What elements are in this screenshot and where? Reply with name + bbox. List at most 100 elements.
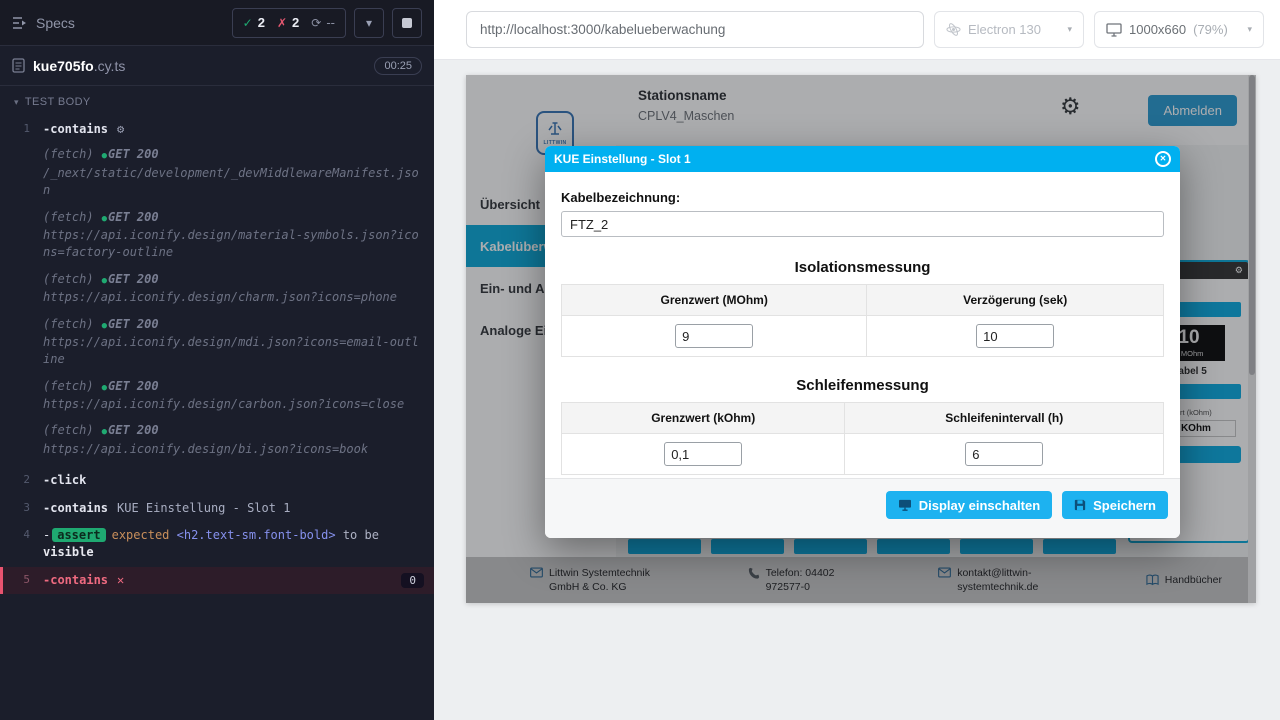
specs-menu-icon[interactable] [12,16,28,30]
assert-badge: assert [52,528,105,542]
assert-be: be [365,528,379,542]
save-floppy-icon [1074,499,1086,511]
close-icon[interactable]: ✕ [1155,151,1171,167]
command-arg: KUE Einstellung - Slot 1 [117,501,290,515]
reporter-header: Specs ✓ 2 ✗ 2 ⟳ -- ▾ [0,0,434,46]
pending-stat: ⟳ -- [311,15,335,30]
status-dot-icon: ● [102,427,107,437]
pending-count: -- [326,15,335,30]
collapse-button[interactable]: ▾ [354,8,384,38]
fetch-url: https://api.iconify.design/charm.json?ic… [43,289,420,306]
fetch-label: (fetch) [43,379,94,393]
status-dot-icon: ● [102,214,107,224]
kue-settings-modal: KUE Einstellung - Slot 1 ✕ Kabelbezeichn… [545,146,1180,538]
browser-select[interactable]: Electron 130 ▾ [934,11,1084,48]
command-row-assert[interactable]: 4 -assert expected <h2.text-sm.font-bold>… [0,522,434,567]
network-log-entry: (fetch)●GET 200 /_next/static/developmen… [43,146,420,199]
aut-pane: Electron 130 ▾ 1000x660 (79%) ▾ LITTWIN [434,0,1280,720]
refresh-icon: ⟳ [311,16,321,30]
assert-to: to [343,528,357,542]
fetch-status: GET 200 [108,423,159,437]
command-method: -contains [43,501,108,515]
fetch-label: (fetch) [43,423,94,437]
match-count-badge: 0 [401,573,424,588]
electron-icon [946,22,961,37]
assert-expected: expected [112,528,170,542]
viewport-select[interactable]: 1000x660 (79%) ▾ [1094,11,1264,48]
monitor-icon [1106,23,1122,37]
failed-count: 2 [292,15,299,30]
cypress-reporter: Specs ✓ 2 ✗ 2 ⟳ -- ▾ kue705fo.cy [0,0,434,720]
modal-header: KUE Einstellung - Slot 1 ✕ [545,146,1180,172]
test-stats: ✓ 2 ✗ 2 ⟳ -- [232,8,346,38]
loop-intervall-input[interactable] [965,442,1043,466]
command-number: 1 [0,121,30,135]
fetch-status: GET 200 [108,379,159,393]
iso-grenzwert-input[interactable] [675,324,753,348]
command-log: 1 -contains⚙ (fetch)●GET 200 /_next/stat… [0,116,434,594]
cable-name-input[interactable] [561,211,1164,237]
command-row-contains-failed[interactable]: 5 -contains✕ 0 [0,567,434,594]
command-row-click[interactable]: 2 -click [0,467,434,494]
save-button[interactable]: Speichern [1062,491,1168,519]
network-log-entry: (fetch)●GET 200 https://api.iconify.desi… [43,378,420,414]
fail-cross-icon: ✕ [117,573,124,587]
viewport-zoom: (79%) [1193,22,1228,37]
command-method: -contains [43,573,108,587]
command-row-contains-gear[interactable]: 1 -contains⚙ [0,116,434,143]
failed-stat: ✗ 2 [277,15,299,30]
status-dot-icon: ● [102,276,107,286]
aut-stage: LITTWIN Stationsname CPLV4_Maschen ⚙ Abm… [434,60,1280,720]
app-under-test: LITTWIN Stationsname CPLV4_Maschen ⚙ Abm… [466,75,1256,603]
chevron-down-icon: ▾ [366,16,372,30]
fetch-label: (fetch) [43,210,94,224]
modal-title: KUE Einstellung - Slot 1 [554,152,691,166]
network-log-entry: (fetch) ●GET 200 https://api.iconify.desi… [43,422,420,458]
stop-button[interactable] [392,8,422,38]
url-input[interactable] [466,11,924,48]
iso-verzoegerung-input[interactable] [976,324,1054,348]
isolation-table: Grenzwert (MOhm) Verzögerung (sek) [561,284,1164,357]
fetch-label: (fetch) [43,317,94,331]
loop-section-title: Schleifenmessung [561,377,1164,394]
fetch-status: GET 200 [108,210,159,224]
loop-col-grenzwert: Grenzwert (kOhm) [562,403,845,434]
isolation-section-title: Isolationsmessung [561,259,1164,276]
cable-name-label: Kabelbezeichnung: [561,190,1164,205]
specs-label[interactable]: Specs [36,15,75,31]
stop-icon [402,18,412,28]
browser-name: Electron 130 [968,22,1041,37]
chevron-down-icon: ▾ [1067,24,1072,35]
spec-duration: 00:25 [374,57,422,75]
status-dot-icon: ● [102,151,107,161]
passed-stat: ✓ 2 [243,15,265,30]
display-icon [898,499,912,511]
fetch-url: https://api.iconify.design/bi.json?icons… [43,441,420,458]
command-number: 3 [0,500,30,514]
modal-footer: Display einschalten Speichern [545,478,1180,538]
fetch-status: GET 200 [108,272,159,286]
loop-grenzwert-input[interactable] [664,442,742,466]
status-dot-icon: ● [102,383,107,393]
spec-file-icon [12,58,25,73]
gear-icon: ⚙ [117,122,124,136]
fetch-url: https://api.iconify.design/mdi.json?icon… [43,334,420,369]
status-dot-icon: ● [102,321,107,331]
check-icon: ✓ [243,16,253,30]
iso-col-grenzwert: Grenzwert (MOhm) [562,285,867,316]
passed-count: 2 [258,15,265,30]
fetch-status: GET 200 [108,147,159,161]
spec-name[interactable]: kue705fo.cy.ts [33,58,125,74]
chevron-down-icon: ▾ [1247,24,1252,35]
test-body-section-header[interactable]: ▾ TEST BODY [0,86,434,116]
display-on-button[interactable]: Display einschalten [886,491,1052,519]
viewport-size: 1000x660 [1129,22,1186,37]
iso-col-verzoegerung: Verzögerung (sek) [867,285,1164,316]
assert-prefix: - [43,528,50,542]
loop-table: Grenzwert (kOhm) Schleifenintervall (h) [561,402,1164,475]
cypress-toolbar: Electron 130 ▾ 1000x660 (79%) ▾ [434,0,1280,60]
cross-icon: ✗ [277,16,287,30]
command-row-contains-title[interactable]: 3 -contains KUE Einstellung - Slot 1 [0,495,434,522]
command-number: 4 [0,527,30,541]
assert-selector: <h2.text-sm.font-bold> [177,528,336,542]
